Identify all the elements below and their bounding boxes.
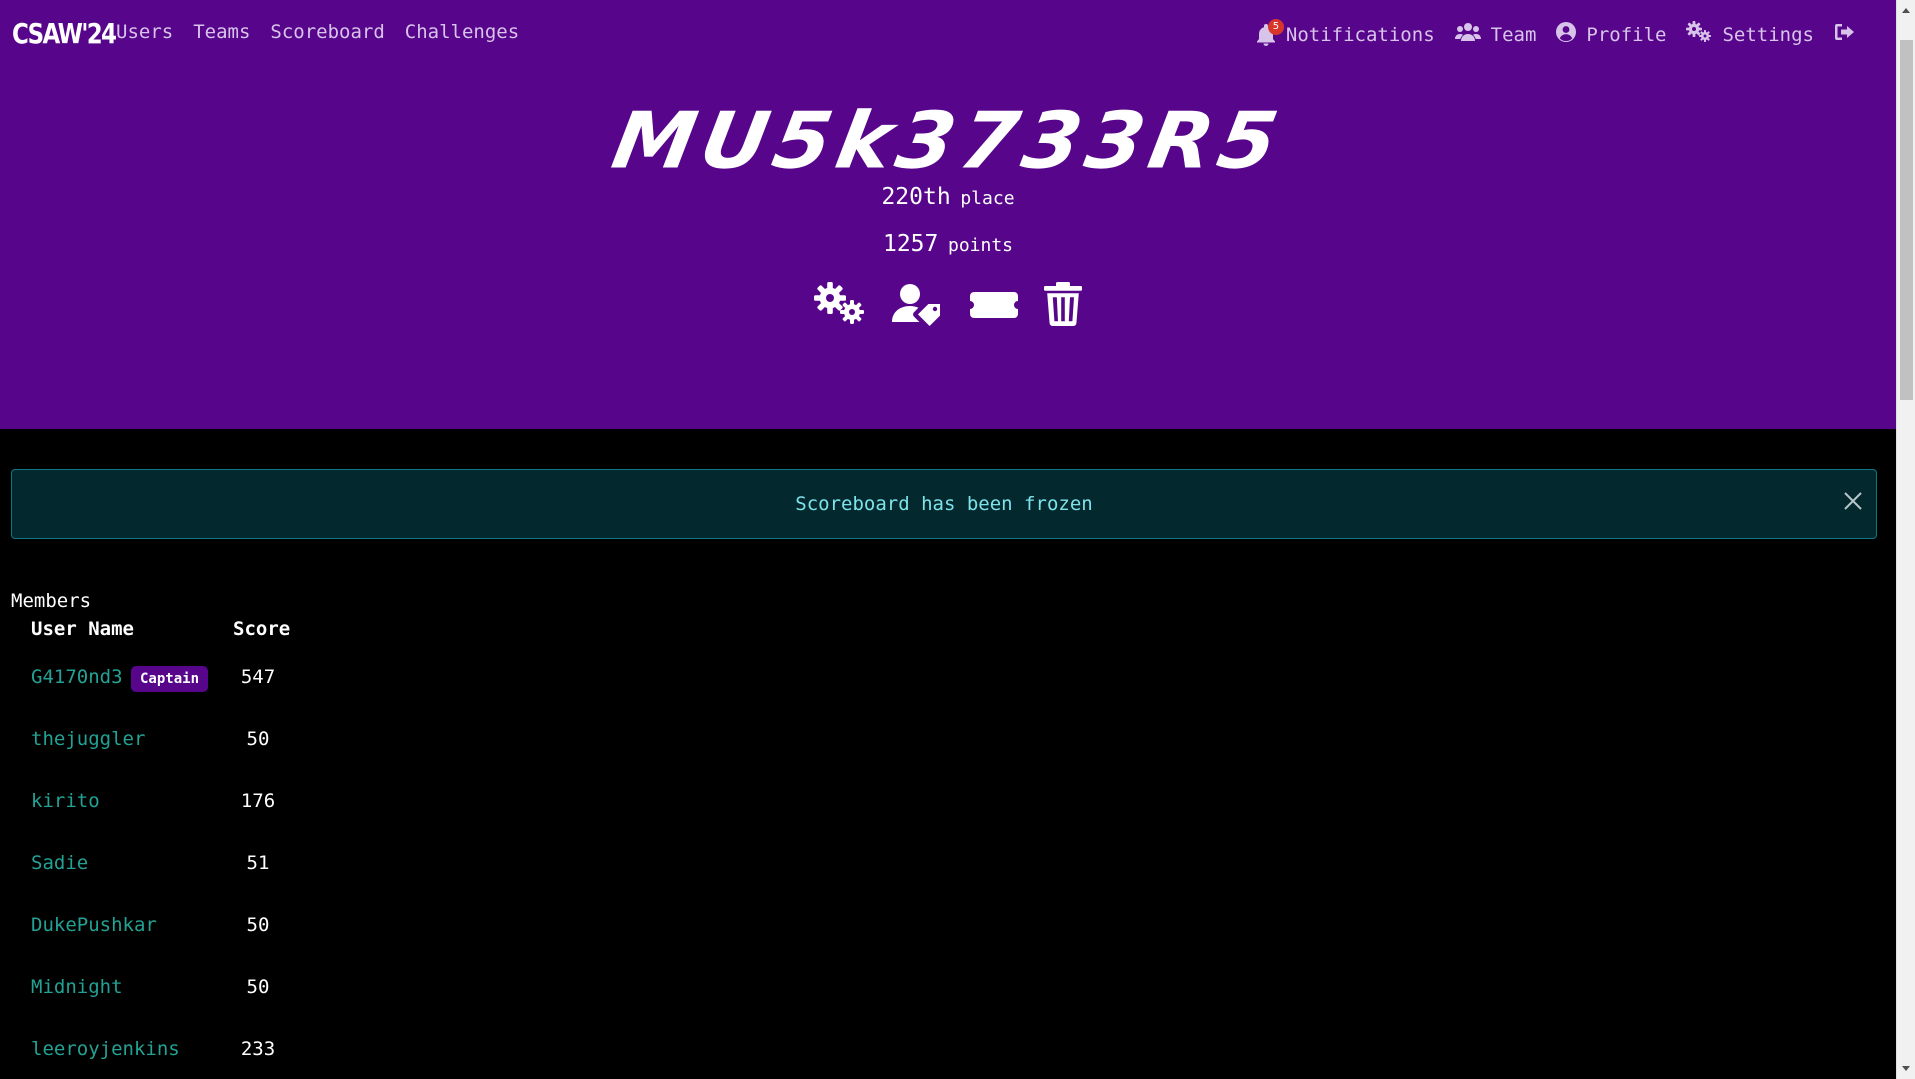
scrollbar-thumb[interactable] — [1900, 40, 1913, 400]
ticket-icon[interactable] — [970, 282, 1018, 326]
nav-link-challenges[interactable]: Challenges — [405, 21, 519, 43]
sign-out-icon — [1834, 22, 1856, 47]
member-name-link[interactable]: thejuggler — [31, 728, 145, 750]
team-place: 220th place — [0, 184, 1896, 210]
team-actions — [0, 282, 1896, 326]
table-row: thejuggler 50 — [0, 728, 400, 768]
member-score: 176 — [240, 790, 276, 812]
member-name-link[interactable]: DukePushkar — [31, 914, 157, 936]
nav-settings[interactable]: Settings — [1686, 21, 1814, 48]
user-circle-icon — [1556, 22, 1577, 47]
nav-user-menu: 5 Notifications Team Profile Settings — [1256, 18, 1856, 48]
team-points-label: points — [948, 235, 1014, 256]
column-header-score: Score — [233, 618, 291, 640]
page-scrollbar[interactable] — [1896, 0, 1915, 1079]
notification-count-badge: 5 — [1267, 18, 1284, 35]
close-icon[interactable] — [1840, 474, 1866, 510]
scroll-down-arrow-icon[interactable] — [1902, 1066, 1910, 1071]
alert-message: Scoreboard has been frozen — [795, 493, 1093, 515]
table-row: Midnight 50 — [0, 976, 400, 1016]
member-score: 50 — [246, 728, 270, 750]
logout-button[interactable] — [1834, 22, 1856, 47]
nav-links: Users Teams Scoreboard Challenges — [116, 21, 519, 43]
scoreboard-frozen-alert: Scoreboard has been frozen — [11, 469, 1877, 539]
member-score: 547 — [240, 666, 276, 688]
nav-link-teams[interactable]: Teams — [193, 21, 250, 43]
nav-notifications-label: Notifications — [1285, 23, 1435, 46]
scroll-up-arrow-icon[interactable] — [1902, 8, 1910, 13]
member-score: 50 — [246, 976, 270, 998]
team-place-value: 220th — [881, 184, 951, 210]
brand-logo[interactable]: CSAW'24 — [12, 17, 117, 50]
nav-notifications[interactable]: 5 Notifications — [1256, 18, 1435, 46]
member-name-link[interactable]: Midnight — [31, 976, 123, 998]
member-name-link[interactable]: G4170nd3 — [31, 666, 123, 688]
nav-team[interactable]: Team — [1454, 22, 1537, 47]
team-points: 1257 points — [0, 231, 1896, 257]
team-settings-icon[interactable] — [814, 282, 866, 326]
member-score: 233 — [240, 1038, 276, 1060]
nav-settings-label: Settings — [1722, 23, 1814, 46]
member-score: 51 — [246, 852, 270, 874]
member-score: 50 — [246, 914, 270, 936]
table-row: Sadie 51 — [0, 852, 400, 892]
table-row: DukePushkar 50 — [0, 914, 400, 954]
column-header-user-name: User Name — [31, 618, 134, 640]
team-points-value: 1257 — [882, 231, 939, 257]
team-name: MU5k3733R5 — [605, 96, 1291, 187]
members-heading: Members — [11, 590, 92, 612]
table-row: G4170nd3 Captain 547 — [0, 666, 400, 706]
navbar: CSAW'24 Users Teams Scoreboard Challenge… — [0, 0, 1896, 68]
bell-icon: 5 — [1256, 18, 1284, 46]
table-row: kirito 176 — [0, 790, 400, 830]
nav-link-scoreboard[interactable]: Scoreboard — [270, 21, 384, 43]
nav-profile-label: Profile — [1586, 23, 1667, 46]
nav-link-users[interactable]: Users — [116, 21, 173, 43]
nav-team-label: Team — [1490, 23, 1537, 46]
users-icon — [1454, 22, 1481, 47]
member-name-link[interactable]: kirito — [31, 790, 100, 812]
team-place-label: place — [960, 188, 1015, 209]
page: CSAW'24 Users Teams Scoreboard Challenge… — [0, 0, 1896, 1079]
member-name-link[interactable]: leeroyjenkins — [31, 1038, 180, 1060]
member-name-link[interactable]: Sadie — [31, 852, 88, 874]
trash-icon[interactable] — [1044, 282, 1082, 326]
user-tag-icon[interactable] — [892, 282, 944, 326]
captain-badge: Captain — [131, 666, 209, 692]
team-header: MU5k3733R5 220th place 1257 points — [0, 68, 1896, 429]
table-row: leeroyjenkins 233 — [0, 1038, 400, 1078]
cogs-icon — [1686, 21, 1712, 48]
nav-profile[interactable]: Profile — [1556, 22, 1666, 47]
